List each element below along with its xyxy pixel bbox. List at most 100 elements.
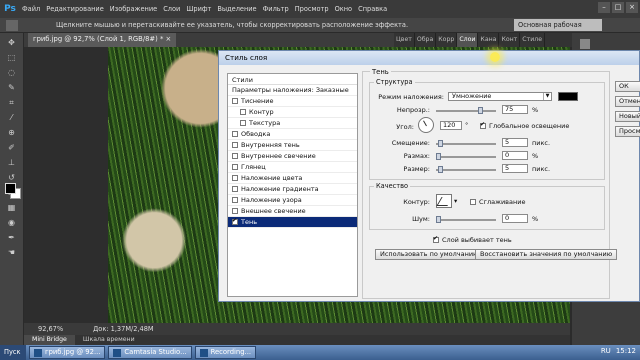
- style-item-inner-shadow[interactable]: Внутренняя тень: [228, 140, 357, 151]
- style-item-outer-glow[interactable]: Внешнее свечение: [228, 206, 357, 217]
- angle-dial-icon[interactable]: [418, 117, 434, 133]
- global-light-checkbox[interactable]: [480, 121, 486, 129]
- slider-knob[interactable]: [436, 216, 441, 223]
- move-tool-icon[interactable]: [6, 19, 18, 31]
- checkbox[interactable]: [232, 197, 238, 203]
- tab-timeline[interactable]: Шкала времени: [75, 335, 143, 345]
- pen-icon[interactable]: ✒: [5, 232, 19, 243]
- antialias-checkbox[interactable]: [470, 199, 476, 205]
- brush-icon[interactable]: ✐: [5, 142, 19, 153]
- menu-view[interactable]: Просмотр: [292, 5, 332, 13]
- checkbox[interactable]: [240, 120, 246, 126]
- spread-field[interactable]: 0: [502, 151, 528, 160]
- menu-edit[interactable]: Редактирование: [43, 5, 107, 13]
- clock[interactable]: 15:12: [616, 347, 636, 355]
- ok-button[interactable]: ОК: [615, 81, 640, 92]
- tab-mini-bridge[interactable]: Mini Bridge: [24, 335, 75, 345]
- style-item-contour[interactable]: Контур: [228, 107, 357, 118]
- checkbox[interactable]: [232, 142, 238, 148]
- hand-icon[interactable]: ☚: [5, 247, 19, 258]
- start-button[interactable]: Пуск: [0, 345, 26, 360]
- gradient-icon[interactable]: ▦: [5, 202, 19, 213]
- checkbox[interactable]: [232, 153, 238, 159]
- tab-swatches[interactable]: Обра: [415, 33, 437, 47]
- checkbox[interactable]: [232, 208, 238, 214]
- style-item-gradient-overlay[interactable]: Наложение градиента: [228, 184, 357, 195]
- style-item-inner-glow[interactable]: Внутреннее свечение: [228, 151, 357, 162]
- spread-slider[interactable]: [436, 153, 496, 160]
- history-icon[interactable]: [580, 39, 590, 49]
- eyedropper-icon[interactable]: ⁄: [5, 112, 19, 123]
- slider-knob[interactable]: [438, 166, 443, 173]
- menu-file[interactable]: Файл: [19, 5, 43, 13]
- opacity-slider[interactable]: [436, 107, 496, 114]
- preview-checkbox[interactable]: Просмотр: [615, 126, 640, 137]
- global-light-row[interactable]: Глобальное освещение: [480, 121, 569, 130]
- lasso-icon[interactable]: ◌: [5, 67, 19, 78]
- new-style-button[interactable]: Новый стиль...: [615, 111, 640, 122]
- angle-field[interactable]: 120: [440, 121, 462, 130]
- menu-select[interactable]: Выделение: [214, 5, 259, 13]
- style-item-blending-options[interactable]: Параметры наложения: Заказные: [228, 85, 357, 96]
- taskbar-item-photoshop[interactable]: гриб.jpg @ 92...: [29, 346, 106, 359]
- taskbar-item-camtasia[interactable]: Camtasia Studio...: [108, 346, 192, 359]
- style-item-pattern-overlay[interactable]: Наложение узора: [228, 195, 357, 206]
- healing-icon[interactable]: ⊕: [5, 127, 19, 138]
- antialias-row[interactable]: Сглаживание: [470, 198, 525, 206]
- close-tab-icon[interactable]: ×: [166, 35, 172, 43]
- style-item-bevel[interactable]: Тиснение: [228, 96, 357, 107]
- styles-list-header[interactable]: Стили: [228, 74, 357, 85]
- foreground-color-swatch[interactable]: [5, 183, 16, 194]
- checkbox[interactable]: [232, 186, 238, 192]
- chevron-down-icon[interactable]: ▾: [454, 197, 457, 205]
- document-tab[interactable]: гриб.jpg @ 92,7% (Слой 1, RGB/8#) * ×: [28, 33, 177, 47]
- stamp-icon[interactable]: ⊥: [5, 157, 19, 168]
- tab-styles[interactable]: Стиле: [520, 33, 546, 47]
- tab-adjustments[interactable]: Корр: [436, 33, 458, 47]
- history-brush-icon[interactable]: ↺: [5, 172, 19, 183]
- knockout-row[interactable]: Слой выбивает тень: [433, 235, 512, 244]
- crop-icon[interactable]: ⌗: [5, 97, 19, 108]
- menu-type[interactable]: Шрифт: [183, 5, 214, 13]
- checkbox[interactable]: [232, 175, 238, 181]
- close-button[interactable]: ×: [626, 2, 638, 13]
- reset-default-button[interactable]: Восстановить значения по умолчанию: [475, 249, 618, 260]
- distance-field[interactable]: 5: [502, 138, 528, 147]
- menu-layers[interactable]: Слои: [160, 5, 183, 13]
- knockout-checkbox[interactable]: [433, 235, 439, 243]
- menu-image[interactable]: Изображение: [107, 5, 160, 13]
- slider-knob[interactable]: [436, 153, 441, 160]
- checkbox[interactable]: [240, 109, 246, 115]
- language-indicator[interactable]: RU: [601, 347, 611, 355]
- minimize-button[interactable]: –: [598, 2, 610, 13]
- blend-mode-select[interactable]: Умножение ▼: [448, 92, 552, 101]
- noise-slider[interactable]: [436, 216, 496, 223]
- quick-select-icon[interactable]: ✎: [5, 82, 19, 93]
- tab-layers[interactable]: Слои: [457, 33, 479, 47]
- style-item-satin[interactable]: Глянец: [228, 162, 357, 173]
- marquee-icon[interactable]: ⬚: [5, 52, 19, 63]
- tab-paths[interactable]: Конт: [499, 33, 521, 47]
- style-item-texture[interactable]: Текстура: [228, 118, 357, 129]
- noise-field[interactable]: 0: [502, 214, 528, 223]
- style-item-drop-shadow[interactable]: Тень: [228, 217, 357, 228]
- checkbox[interactable]: [232, 98, 238, 104]
- shadow-color-swatch[interactable]: [558, 92, 578, 101]
- checkbox[interactable]: [232, 217, 238, 225]
- zoom-level[interactable]: 92,67%: [38, 325, 63, 333]
- menu-window[interactable]: Окно: [332, 5, 356, 13]
- tab-channels[interactable]: Кана: [478, 33, 500, 47]
- cancel-button[interactable]: Отмена: [615, 96, 640, 107]
- size-slider[interactable]: [436, 166, 496, 173]
- style-item-color-overlay[interactable]: Наложение цвета: [228, 173, 357, 184]
- distance-slider[interactable]: [436, 140, 496, 147]
- tab-color[interactable]: Цвет: [394, 33, 415, 47]
- workspace-select[interactable]: Основная рабочая среда: [514, 19, 602, 41]
- taskbar-item-recording[interactable]: Recording...: [194, 346, 257, 359]
- menu-filter[interactable]: Фильтр: [260, 5, 292, 13]
- menu-help[interactable]: Справка: [355, 5, 390, 13]
- style-item-stroke[interactable]: Обводка: [228, 129, 357, 140]
- make-default-button[interactable]: Использовать по умолчанию: [375, 249, 484, 260]
- opacity-field[interactable]: 75: [502, 105, 528, 114]
- blur-icon[interactable]: ◉: [5, 217, 19, 228]
